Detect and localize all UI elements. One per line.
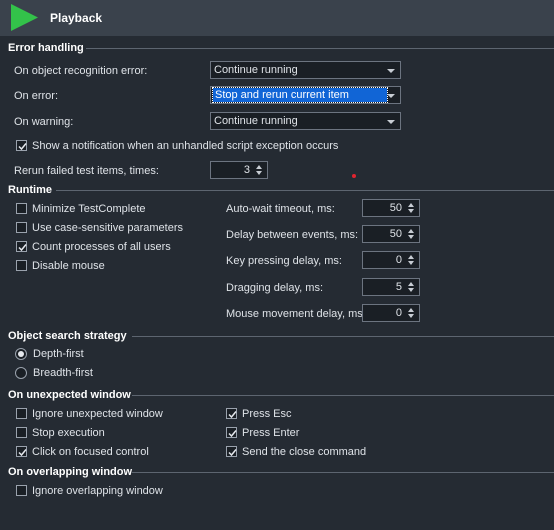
on-error-dropdown[interactable]: Stop and rerun current item	[210, 86, 401, 104]
page-title: Playback	[50, 11, 103, 25]
ignore-overlapping-window-label: Ignore overlapping window	[32, 485, 163, 497]
play-icon	[11, 4, 38, 31]
section-divider	[56, 190, 554, 191]
check-icon	[228, 411, 237, 419]
section-title-runtime: Runtime	[8, 184, 52, 196]
count-processes-label: Count processes of all users	[32, 241, 171, 253]
ignore-unexpected-window-label: Ignore unexpected window	[32, 408, 163, 420]
panel-header: Playback	[0, 0, 554, 36]
chevron-down-icon	[387, 69, 395, 73]
show-notification-label: Show a notification when an unhandled sc…	[32, 140, 339, 152]
check-icon	[18, 143, 27, 151]
on-error-label: On error:	[14, 90, 59, 102]
on-warning-label: On warning:	[14, 116, 74, 128]
dropdown-value: Continue running	[214, 64, 298, 76]
send-close-command-checkbox[interactable]	[226, 446, 237, 457]
section-divider	[132, 395, 554, 396]
stop-execution-label: Stop execution	[32, 427, 105, 439]
dragging-delay-label: Dragging delay, ms:	[226, 282, 324, 294]
check-icon	[18, 449, 27, 457]
section-divider	[132, 336, 554, 337]
spin-arrows-icon[interactable]	[405, 227, 417, 241]
stepper-value: 0	[395, 254, 402, 266]
spin-arrows-icon[interactable]	[405, 201, 417, 215]
object-recognition-error-label: On object recognition error:	[14, 65, 148, 77]
check-icon	[228, 430, 237, 438]
stepper-value: 5	[395, 281, 402, 293]
click-focused-control-label: Click on focused control	[32, 446, 149, 458]
auto-wait-stepper[interactable]: 50	[362, 199, 420, 217]
depth-first-label: Depth-first	[33, 348, 84, 360]
click-focused-control-checkbox[interactable]	[16, 446, 27, 457]
key-pressing-delay-label: Key pressing delay, ms:	[226, 255, 342, 267]
minimize-testcomplete-checkbox[interactable]	[16, 203, 27, 214]
send-close-command-label: Send the close command	[242, 446, 367, 458]
section-divider	[132, 472, 554, 473]
rerun-label: Rerun failed test items, times:	[14, 165, 159, 177]
chevron-down-icon	[387, 94, 395, 98]
press-esc-label: Press Esc	[242, 408, 292, 420]
radio-selected-dot	[18, 351, 24, 357]
ignore-unexpected-window-checkbox[interactable]	[16, 408, 27, 419]
stepper-value: 0	[395, 307, 402, 319]
auto-wait-label: Auto-wait timeout, ms:	[226, 203, 335, 215]
disable-mouse-checkbox[interactable]	[16, 260, 27, 271]
rerun-times-stepper[interactable]: 3	[210, 161, 268, 179]
spin-arrows-icon[interactable]	[405, 280, 417, 294]
check-icon	[18, 244, 27, 252]
section-title-error-handling: Error handling	[8, 42, 84, 54]
check-icon	[228, 449, 237, 457]
dropdown-value: Continue running	[214, 115, 298, 127]
dropdown-value: Stop and rerun current item	[212, 87, 388, 103]
ignore-overlapping-window-checkbox[interactable]	[16, 485, 27, 496]
red-marker-dot	[352, 174, 356, 178]
mouse-movement-delay-label: Mouse movement delay, ms:	[226, 308, 366, 320]
section-title-unexpected-window: On unexpected window	[8, 389, 131, 401]
stepper-value: 3	[243, 164, 250, 176]
object-recognition-error-dropdown[interactable]: Continue running	[210, 61, 401, 79]
mouse-movement-delay-stepper[interactable]: 0	[362, 304, 420, 322]
press-enter-checkbox[interactable]	[226, 427, 237, 438]
count-processes-checkbox[interactable]	[16, 241, 27, 252]
section-title-object-search: Object search strategy	[8, 330, 127, 342]
on-warning-dropdown[interactable]: Continue running	[210, 112, 401, 130]
disable-mouse-label: Disable mouse	[32, 260, 105, 272]
show-notification-checkbox[interactable]	[16, 140, 27, 151]
spin-arrows-icon[interactable]	[405, 306, 417, 320]
press-esc-checkbox[interactable]	[226, 408, 237, 419]
case-sensitive-checkbox[interactable]	[16, 222, 27, 233]
breadth-first-radio[interactable]	[15, 367, 27, 379]
case-sensitive-label: Use case-sensitive parameters	[32, 222, 184, 234]
section-title-overlapping-window: On overlapping window	[8, 466, 133, 478]
delay-between-events-label: Delay between events, ms:	[226, 229, 359, 241]
section-divider	[86, 48, 554, 49]
stepper-value: 50	[389, 228, 402, 240]
spin-arrows-icon[interactable]	[253, 163, 265, 177]
dragging-delay-stepper[interactable]: 5	[362, 278, 420, 296]
stop-execution-checkbox[interactable]	[16, 427, 27, 438]
depth-first-radio[interactable]	[15, 348, 27, 360]
stepper-value: 50	[389, 202, 402, 214]
key-pressing-delay-stepper[interactable]: 0	[362, 251, 420, 269]
chevron-down-icon	[387, 120, 395, 124]
spin-arrows-icon[interactable]	[405, 253, 417, 267]
delay-between-events-stepper[interactable]: 50	[362, 225, 420, 243]
minimize-testcomplete-label: Minimize TestComplete	[32, 203, 146, 215]
press-enter-label: Press Enter	[242, 427, 300, 439]
breadth-first-label: Breadth-first	[33, 367, 93, 379]
